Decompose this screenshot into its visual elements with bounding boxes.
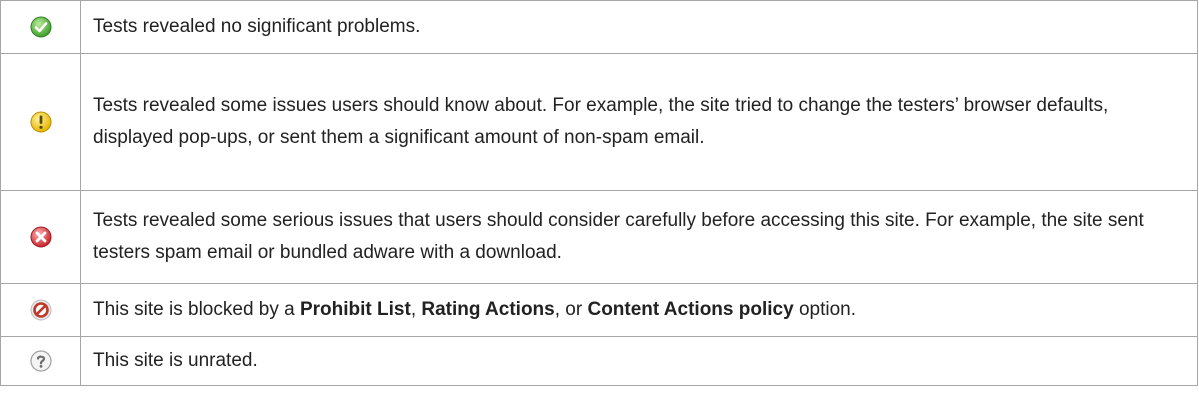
prohibit-list-term: Prohibit List (299, 299, 411, 320)
legend-text-some-issues: Tests revealed some issues users should … (80, 53, 1198, 191)
legend-icon-cell (0, 336, 81, 386)
legend-row-no-problems: Tests revealed no significant problems. (0, 0, 1198, 54)
legend-text-unrated: This site is unrated. (80, 336, 1198, 386)
question-mark-icon (29, 350, 52, 372)
legend-row-some-issues: Tests revealed some issues users should … (0, 53, 1198, 191)
green-check-icon (30, 16, 52, 38)
site-rating-legend-table: Tests revealed no significant problems. (0, 0, 1198, 386)
legend-row-unrated: This site is unrated. (0, 336, 1198, 386)
rating-actions-term: Rating Actions (421, 299, 555, 320)
legend-icon-cell (0, 53, 81, 191)
red-x-icon (30, 226, 52, 248)
legend-icon-cell (0, 0, 81, 54)
legend-icon-cell (0, 190, 81, 284)
legend-text-no-problems: Tests revealed no significant problems. (80, 0, 1198, 54)
legend-icon-cell (0, 283, 81, 337)
blocked-text-separator: , or (554, 299, 588, 320)
content-actions-policy-term: Content Actions policy (587, 299, 794, 320)
legend-text-serious-issues: Tests revealed some serious issues that … (80, 190, 1198, 284)
yellow-exclamation-icon (30, 111, 52, 133)
legend-row-serious-issues: Tests revealed some serious issues that … (0, 190, 1198, 284)
legend-text-blocked: This site is blocked by a Prohibit List,… (80, 283, 1198, 337)
blocked-text-before: This site is blocked by a (93, 299, 300, 320)
blocked-icon (30, 299, 52, 321)
blocked-text-separator: , (410, 299, 422, 320)
legend-row-blocked: This site is blocked by a Prohibit List,… (0, 283, 1198, 337)
blocked-text-after: option. (793, 299, 856, 320)
